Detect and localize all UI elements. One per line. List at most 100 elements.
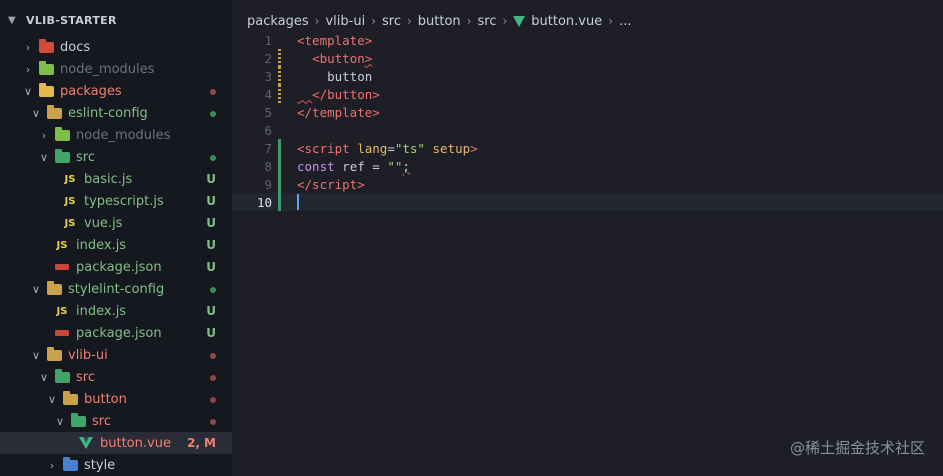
tree-item-label: typescript.js [84, 193, 164, 209]
git-status-badge: U [206, 304, 216, 318]
git-status-dot [182, 84, 232, 98]
code-line[interactable]: 8 const ref = ""; [232, 157, 943, 175]
js-file-icon: JS [56, 305, 68, 317]
tree-item-vue-js[interactable]: JS vue.js U [0, 212, 232, 234]
code-text: </script> [297, 176, 365, 192]
js-file-icon: JS [64, 173, 76, 185]
tree-item-src[interactable]: ∨ src [0, 410, 232, 432]
tree-item-button-vue[interactable]: button.vue 2, M [0, 432, 232, 454]
git-gutter [272, 175, 297, 193]
tree-item-button[interactable]: ∨ button [0, 388, 232, 410]
breadcrumb-item[interactable]: src [478, 14, 497, 29]
code-text: </button> [312, 86, 380, 102]
git-status-dot [182, 392, 232, 406]
explorer-sidebar: ▼ VLIB-STARTER › docs › node_modules ∨ packag… [0, 0, 232, 476]
tree-item-src[interactable]: ∨ src [0, 366, 232, 388]
tree-item-node-modules[interactable]: › node_modules [0, 58, 232, 80]
git-status-dot [182, 370, 232, 384]
packages-folder-icon [38, 82, 54, 98]
code-line[interactable]: 5 </template> [232, 103, 943, 121]
code-text: <template> [297, 32, 373, 48]
breadcrumb-item[interactable]: vlib-ui [325, 14, 365, 29]
breadcrumb-item[interactable]: button.vue [531, 14, 602, 29]
json-file-icon [54, 260, 70, 274]
tree-item-typescript-js[interactable]: JS typescript.js U [0, 190, 232, 212]
src-folder-icon [54, 148, 70, 164]
chevron-down-icon: ∨ [39, 370, 49, 384]
code-line[interactable]: 4 </button> [232, 85, 943, 103]
chevron-right-icon: › [25, 40, 31, 54]
tree-item-label: docs [60, 39, 91, 55]
tree-item-package-json[interactable]: package.json U [0, 256, 232, 278]
tree-item-label: packages [60, 83, 122, 99]
tree-item-label: node_modules [76, 127, 171, 143]
git-gutter [272, 139, 297, 157]
chevron-down-icon: ∨ [55, 414, 65, 428]
git-gutter [272, 193, 297, 211]
tree-item-index-js[interactable]: JS index.js U [0, 234, 232, 256]
code-line[interactable]: 1 <template> [232, 31, 943, 49]
breadcrumb-item[interactable]: packages [247, 14, 309, 29]
line-number: 1 [264, 32, 272, 48]
git-status-badge: U [206, 238, 216, 252]
chevron-down-icon: ∨ [31, 282, 41, 296]
code-line[interactable]: 3 button [232, 67, 943, 85]
line-number: 10 [256, 194, 272, 210]
tree-item-stylelint-config[interactable]: ∨ stylelint-config [0, 278, 232, 300]
chevron-right-icon: › [466, 14, 472, 28]
explorer-root-title: VLIB-STARTER [26, 13, 117, 27]
breadcrumb-item[interactable]: button [418, 14, 461, 29]
code-line[interactable]: 9 </script> [232, 175, 943, 193]
line-number: 3 [264, 68, 272, 84]
chevron-down-icon: ∨ [39, 150, 49, 164]
tree-item-vlib-ui[interactable]: ∨ vlib-ui [0, 344, 232, 366]
tree-item-src[interactable]: ∨ src [0, 146, 232, 168]
git-status-dot [182, 414, 232, 428]
chevron-right-icon: › [502, 14, 508, 28]
code-line[interactable]: 2 <button> [232, 49, 943, 67]
tree-item-label: style [84, 457, 116, 473]
editor-pane: packages › vlib-ui › src › button › src › button.v… [232, 0, 943, 476]
js-file-icon: JS [56, 239, 68, 251]
tree-item-label: button.vue [100, 435, 171, 451]
breadcrumb-item[interactable]: src [382, 14, 401, 29]
git-status-badge: U [206, 326, 216, 340]
code-editor[interactable]: 1 <template> 2 <button> 3 button 4 </button>… [232, 31, 943, 211]
tree-item-package-json[interactable]: package.json U [0, 322, 232, 344]
tree-item-packages[interactable]: ∨ packages [0, 80, 232, 102]
git-status-badge: U [206, 216, 216, 230]
tree-item-label: index.js [76, 303, 127, 319]
tree-item-eslint-config[interactable]: ∨ eslint-config [0, 102, 232, 124]
tree-item-docs[interactable]: › docs [0, 36, 232, 58]
chevron-down-icon: ∨ [31, 348, 41, 362]
line-number: 7 [264, 140, 272, 156]
vue-file-icon [513, 15, 526, 27]
code-line[interactable]: 7 <script lang="ts" setup> [232, 139, 943, 157]
watermark: @稀土掘金技术社区 [789, 439, 925, 457]
tree-item-label: vue.js [84, 215, 123, 231]
chevron-right-icon: › [371, 14, 376, 28]
explorer-root-header[interactable]: ▼ VLIB-STARTER [0, 9, 232, 31]
file-tree: › docs › node_modules ∨ packages ∨ eslint-confi… [0, 36, 232, 476]
chevron-right-icon: › [406, 14, 412, 28]
tree-item-label: eslint-config [68, 105, 148, 121]
tree-item-style[interactable]: › style [0, 454, 232, 476]
breadcrumb: packages › vlib-ui › src › button › src › button.v… [232, 10, 943, 32]
tree-item-label: node_modules [60, 61, 155, 77]
line-number: 5 [264, 104, 272, 120]
node-modules-folder-icon [54, 126, 70, 142]
json-file-icon [54, 326, 70, 340]
code-line[interactable]: 6 [232, 121, 943, 139]
tree-item-node-modules[interactable]: › node_modules [0, 124, 232, 146]
breadcrumb-item[interactable]: ... [619, 14, 631, 29]
tree-item-label: src [76, 149, 95, 165]
line-number: 8 [264, 158, 272, 174]
tree-item-basic-js[interactable]: JS basic.js U [0, 168, 232, 190]
code-line[interactable]: 10 [232, 193, 943, 211]
code-text: <script lang="ts" setup> [297, 140, 478, 156]
tree-item-index-js[interactable]: JS index.js U [0, 300, 232, 322]
folder-icon [46, 280, 62, 296]
code-text: <button> [312, 50, 373, 66]
js-file-icon: JS [64, 195, 76, 207]
tree-item-label: src [76, 369, 95, 385]
